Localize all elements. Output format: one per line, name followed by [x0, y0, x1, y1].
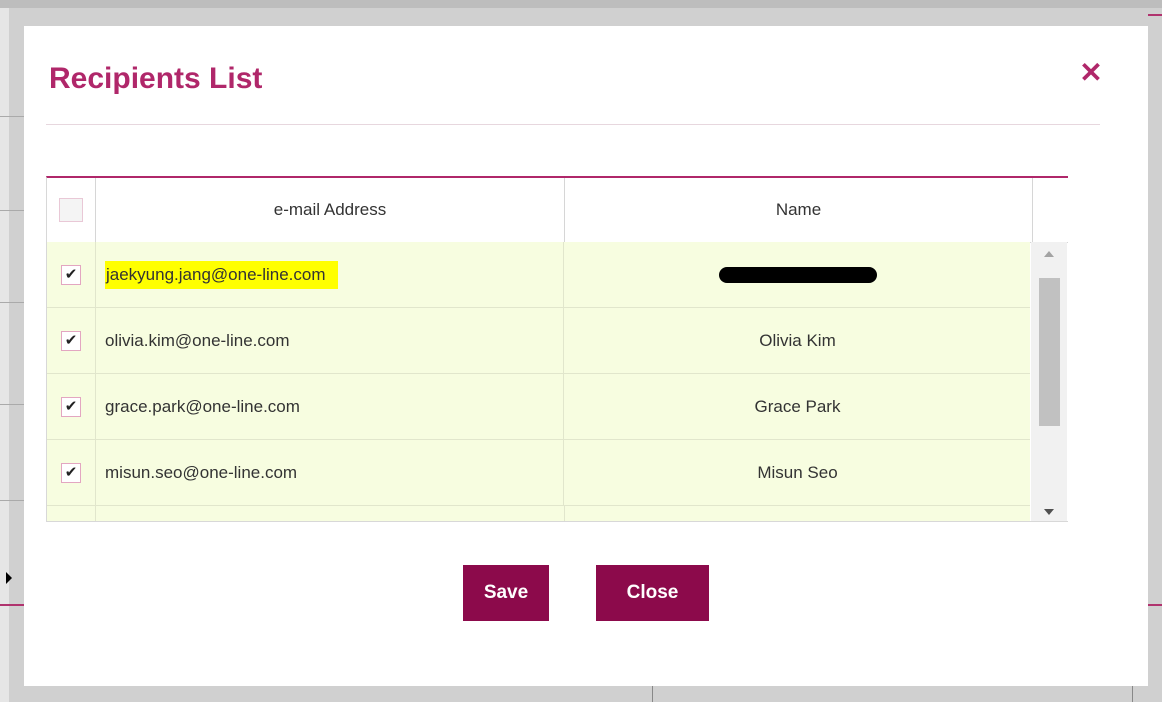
row-checkbox[interactable]: ✔ [61, 330, 81, 351]
background-divider [0, 404, 24, 405]
column-header-email[interactable]: e-mail Address [96, 178, 565, 242]
title-divider [46, 124, 1100, 125]
table-scrollbar[interactable] [1031, 242, 1067, 521]
table-row[interactable] [47, 506, 1030, 521]
name-cell [564, 242, 1030, 307]
email-cell: misun.seo@one-line.com [96, 440, 564, 505]
redacted-name [718, 266, 877, 283]
row-checkbox[interactable]: ✔ [61, 462, 81, 483]
scroll-down-arrow-icon[interactable] [1031, 500, 1067, 521]
table-header: e-mail Address Name [47, 178, 1068, 243]
background-divider [0, 116, 24, 117]
name-cell: Olivia Kim [564, 308, 1030, 373]
background-divider [0, 302, 24, 303]
name-cell: Misun Seo [564, 440, 1030, 505]
name-cell [565, 506, 1030, 521]
table-body: ✔ jaekyung.jang@one-line.com ✔ olivia.ki… [47, 242, 1030, 521]
table-row[interactable]: ✔ grace.park@one-line.com Grace Park [47, 374, 1030, 440]
name-cell: Grace Park [564, 374, 1030, 439]
close-icon[interactable]: ✕ [1076, 58, 1106, 88]
scrollbar-thumb[interactable] [1039, 278, 1060, 426]
email-cell: grace.park@one-line.com [96, 374, 564, 439]
recipients-dialog: Recipients List ✕ e-mail Address Name ✔ … [24, 26, 1148, 686]
row-check-cell [47, 506, 96, 521]
close-button[interactable]: Close [596, 565, 709, 621]
header-check-cell [47, 178, 96, 242]
background-divider [1132, 686, 1133, 702]
background-divider [0, 500, 24, 501]
select-all-checkbox[interactable] [59, 198, 83, 222]
background-accent-line [1148, 14, 1162, 16]
row-check-cell: ✔ [47, 374, 96, 439]
recipients-table: e-mail Address Name ✔ jaekyung.jang@one-… [46, 176, 1068, 522]
save-button[interactable]: Save [463, 565, 549, 621]
background-panel [0, 8, 9, 702]
header-scroll-spacer [1033, 178, 1068, 242]
email-cell [96, 506, 565, 521]
table-row[interactable]: ✔ olivia.kim@one-line.com Olivia Kim [47, 308, 1030, 374]
table-row[interactable]: ✔ misun.seo@one-line.com Misun Seo [47, 440, 1030, 506]
row-check-cell: ✔ [47, 242, 96, 307]
row-checkbox[interactable]: ✔ [61, 264, 81, 285]
background-accent-line [0, 604, 24, 606]
scroll-up-arrow-icon[interactable] [1031, 242, 1067, 266]
background-divider [0, 210, 24, 211]
row-checkbox[interactable]: ✔ [61, 396, 81, 417]
dialog-title: Recipients List [49, 62, 263, 95]
email-text: jaekyung.jang@one-line.com [105, 260, 338, 289]
row-check-cell: ✔ [47, 308, 96, 373]
column-header-name[interactable]: Name [565, 178, 1033, 242]
table-row[interactable]: ✔ jaekyung.jang@one-line.com [47, 242, 1030, 308]
email-cell: jaekyung.jang@one-line.com [96, 242, 564, 307]
background-accent-line [1148, 604, 1162, 606]
email-cell: olivia.kim@one-line.com [96, 308, 564, 373]
background-topbar [0, 0, 1162, 8]
background-divider [652, 686, 653, 702]
row-check-cell: ✔ [47, 440, 96, 505]
expand-arrow-icon[interactable] [6, 572, 12, 584]
